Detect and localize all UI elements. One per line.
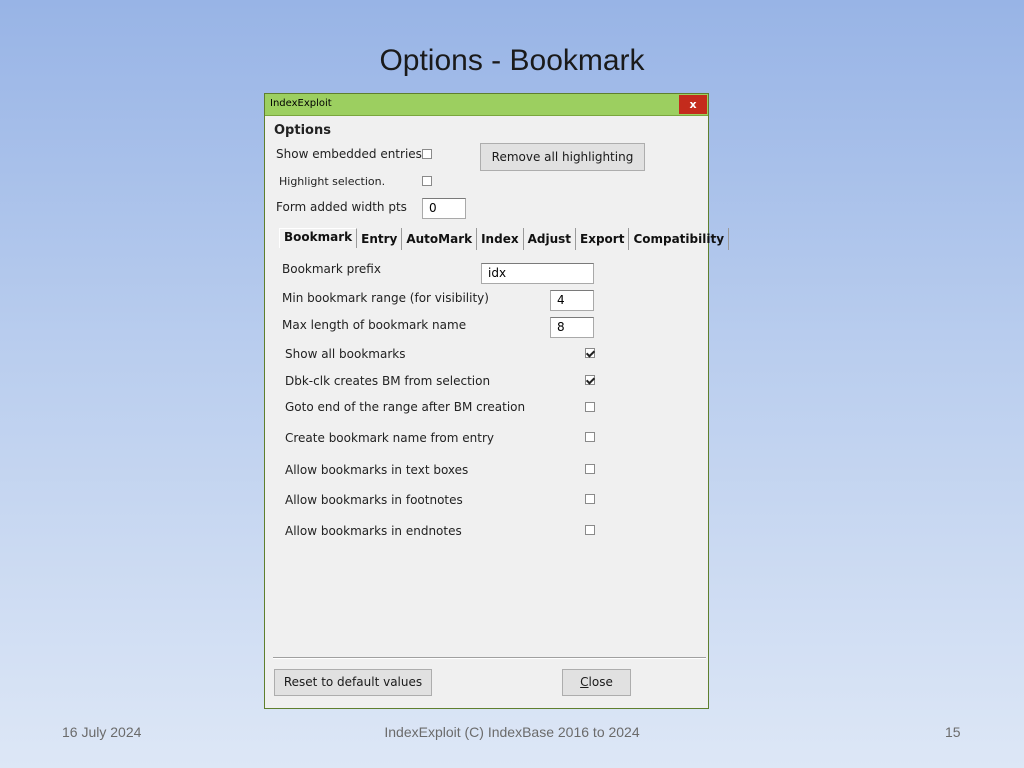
tab-adjust[interactable]: Adjust: [524, 228, 576, 250]
max-length-input[interactable]: 8: [550, 317, 594, 338]
dblclick-creates-bm-checkbox[interactable]: [585, 375, 595, 385]
allow-footnotes-checkbox[interactable]: [585, 494, 595, 504]
allow-footnotes-label: Allow bookmarks in footnotes: [285, 493, 463, 507]
allow-text-boxes-label: Allow bookmarks in text boxes: [285, 463, 469, 477]
max-length-label: Max length of bookmark name: [282, 318, 467, 332]
footer-copyright: IndexExploit (C) IndexBase 2016 to 2024: [384, 724, 640, 740]
tab-entry[interactable]: Entry: [357, 228, 403, 250]
close-accelerator: C: [580, 675, 589, 689]
footer-divider: [273, 657, 706, 659]
bookmark-prefix-label: Bookmark prefix: [282, 262, 381, 276]
allow-endnotes-label: Allow bookmarks in endnotes: [285, 524, 462, 538]
show-all-bookmarks-checkbox[interactable]: [585, 348, 595, 358]
dblclick-creates-bm-label: Dbk-clk creates BM from selection: [285, 374, 491, 388]
reset-defaults-button[interactable]: Reset to default values: [274, 669, 432, 696]
show-embedded-label: Show embedded entries: [276, 147, 422, 161]
remove-highlighting-button[interactable]: Remove all highlighting: [480, 143, 645, 171]
tab-index[interactable]: Index: [477, 228, 524, 250]
close-label-rest: lose: [588, 675, 613, 689]
slide-number: 15: [945, 724, 961, 740]
tab-automark[interactable]: AutoMark: [402, 228, 478, 250]
tab-compatibility[interactable]: Compatibility: [629, 228, 730, 250]
highlight-selection-checkbox[interactable]: [422, 176, 432, 186]
close-icon[interactable]: x: [679, 95, 707, 114]
goto-end-label: Goto end of the range after BM creation: [285, 400, 526, 414]
name-from-entry-label: Create bookmark name from entry: [285, 431, 494, 445]
window-titlebar[interactable]: IndexExploit x: [265, 94, 708, 116]
goto-end-checkbox[interactable]: [585, 402, 595, 412]
tab-export[interactable]: Export: [576, 228, 630, 250]
form-width-label: Form added width pts: [276, 200, 407, 214]
show-embedded-checkbox[interactable]: [422, 149, 432, 159]
allow-endnotes-checkbox[interactable]: [585, 525, 595, 535]
indexexploit-dialog: IndexExploit x Options Show embedded ent…: [264, 93, 730, 709]
bookmark-prefix-input[interactable]: idx: [481, 263, 594, 284]
allow-text-boxes-checkbox[interactable]: [585, 464, 595, 474]
show-all-bookmarks-label: Show all bookmarks: [285, 347, 406, 361]
options-heading: Options: [274, 123, 331, 138]
window-title: IndexExploit: [270, 98, 332, 109]
tab-strip: Bookmark Entry AutoMark Index Adjust Exp…: [279, 228, 730, 250]
highlight-selection-label: Highlight selection.: [279, 175, 386, 188]
name-from-entry-checkbox[interactable]: [585, 432, 595, 442]
form-width-input[interactable]: 0: [422, 198, 466, 219]
min-range-input[interactable]: 4: [550, 290, 594, 311]
tab-bookmark[interactable]: Bookmark: [279, 228, 358, 248]
close-button[interactable]: Close: [562, 669, 631, 696]
slide-title: Options - Bookmark: [379, 44, 645, 77]
min-range-label: Min bookmark range (for visibility): [282, 291, 489, 305]
